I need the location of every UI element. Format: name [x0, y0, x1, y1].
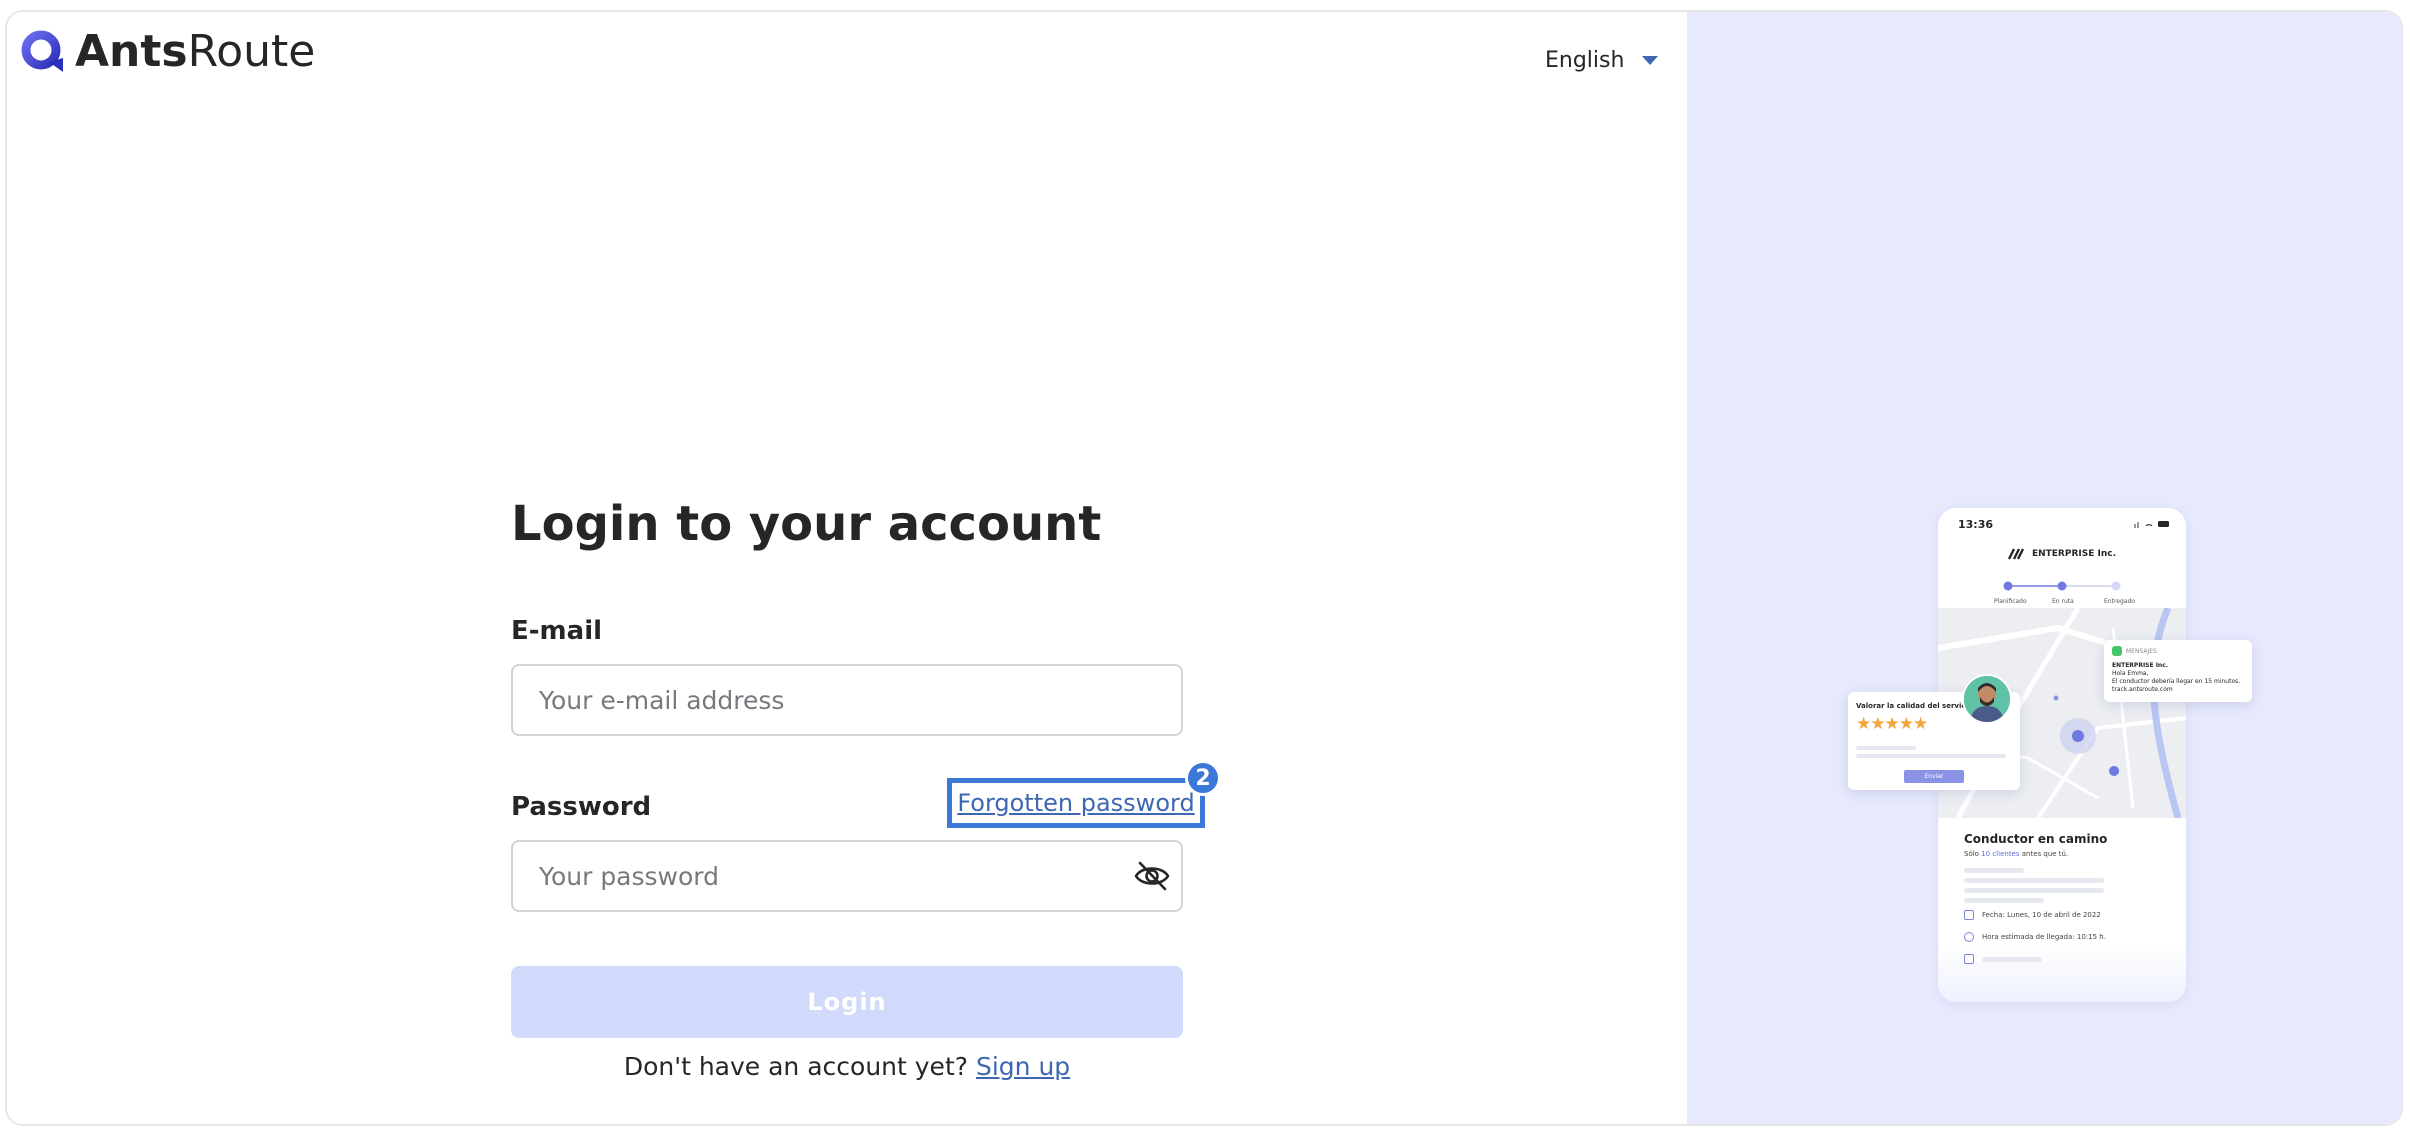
signup-link[interactable]: Sign up — [976, 1052, 1070, 1081]
sms-header-label: MENSAJES — [2126, 647, 2157, 655]
forgot-password-highlight: Forgotten password — [947, 778, 1205, 828]
skeleton-line — [1964, 898, 2044, 903]
skeleton-line — [1856, 754, 2006, 758]
rating-title: Valorar la calidad del servicio — [1856, 702, 1973, 710]
logo-text-light: Route — [187, 26, 316, 77]
logo-text-bold: Ants — [75, 26, 188, 77]
language-selector[interactable]: English — [1545, 48, 1659, 73]
sms-link: track.antsroute.com — [2112, 686, 2173, 693]
sms-header: MENSAJES — [2112, 646, 2157, 656]
password-label: Password — [511, 792, 652, 822]
sms-sender: ENTERPRISE Inc. — [2112, 662, 2169, 669]
date-row: Fecha: Lunes, 10 de abril de 2022 — [1964, 910, 2101, 920]
skeleton-line — [1964, 868, 2024, 873]
step-label-2: En ruta — [2052, 598, 2074, 605]
phone-time: 13:36 — [1958, 518, 1994, 531]
sms-message: El conductor debería llegar en 15 minuto… — [2112, 678, 2241, 685]
clock-icon — [1964, 932, 1974, 942]
phone-company-name: ENTERPRISE Inc. — [2031, 549, 2117, 559]
email-label: E-mail — [511, 616, 603, 646]
enterprise-logo-icon — [2007, 548, 2024, 560]
page-title: Login to your account — [511, 496, 1102, 552]
sms-body: ENTERPRISE Inc. Hola Emma, El conductor … — [2112, 662, 2240, 694]
sms-greeting: Hola Emma, — [2112, 670, 2149, 677]
step-label-1: Planificado — [1994, 598, 2027, 605]
login-pane: AntsRoute English Login to your account … — [7, 12, 1687, 1124]
skeleton-line — [1964, 878, 2104, 883]
driver-title: Conductor en camino — [1964, 832, 2108, 846]
skeleton-line — [1856, 746, 1916, 750]
rating-submit-button: Enviar — [1904, 770, 1964, 783]
antsroute-wordmark: AntsRoute — [75, 30, 315, 74]
forgot-password-link[interactable]: Forgotten password — [957, 789, 1194, 817]
date-text: Fecha: Lunes, 10 de abril de 2022 — [1982, 911, 2101, 919]
eta-row: Hora estimada de llegada: 10:15 h. — [1964, 932, 2106, 942]
driver-avatar-image — [1964, 676, 2010, 722]
signup-prompt: Don't have an account yet? — [623, 1052, 969, 1081]
driver-sub-prefix: Sólo — [1964, 850, 1979, 858]
language-selected: English — [1545, 48, 1625, 73]
email-input[interactable] — [511, 664, 1183, 736]
password-input[interactable] — [511, 840, 1183, 912]
extra-row — [1964, 954, 2042, 964]
antsroute-logo[interactable]: AntsRoute — [19, 28, 315, 76]
step-badge: 2 — [1185, 760, 1221, 796]
login-button[interactable]: Login — [511, 966, 1183, 1038]
messages-icon — [2112, 646, 2122, 656]
driver-avatar — [1962, 674, 2012, 724]
phone-progress-steps: Planificado En ruta Entregado — [1938, 578, 2186, 608]
calendar-icon — [1964, 910, 1974, 920]
rating-stars: ★★★★★ — [1856, 714, 1928, 734]
eta-text: Hora estimada de llegada: 10:15 h. — [1982, 933, 2106, 941]
antsroute-logo-icon — [21, 30, 63, 72]
signup-row: Don't have an account yet? Sign up — [511, 1052, 1183, 1081]
driver-sub-suffix: antes que tú. — [2021, 850, 2069, 858]
phone-status-icons — [2134, 521, 2169, 528]
step-label-3: Entregado — [2104, 598, 2135, 605]
driver-subtitle: Sólo 10 clientes antes que tú. — [1964, 850, 2068, 858]
caret-down-icon — [1642, 56, 1659, 65]
driver-sub-highlight: 10 clientes — [1981, 850, 2020, 858]
hourglass-icon — [1964, 954, 1974, 964]
progress-track — [2003, 581, 2121, 591]
phone-brand: ENTERPRISE Inc. — [1938, 548, 2186, 560]
skeleton-line — [1982, 956, 2042, 962]
sms-notification-card: MENSAJES ENTERPRISE Inc. Hola Emma, El c… — [2104, 640, 2252, 702]
eye-off-icon[interactable] — [1133, 860, 1171, 892]
skeleton-line — [1964, 888, 2104, 893]
driver-panel: Conductor en camino Sólo 10 clientes ant… — [1938, 818, 2186, 1002]
